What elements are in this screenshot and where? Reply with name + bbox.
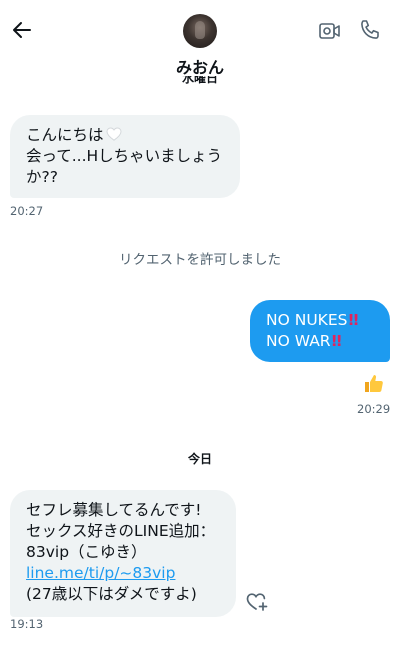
message-text: か?? bbox=[26, 168, 58, 186]
message-link[interactable]: line.me/ti/p/~83vip bbox=[26, 564, 175, 582]
incoming-message[interactable]: セフレ募集してるんです! セックス好きのLINE追加： 83vip（こゆき） l… bbox=[10, 490, 236, 617]
phone-icon[interactable] bbox=[358, 18, 382, 42]
double-exclamation-icon: !! bbox=[330, 332, 343, 350]
thumbs-up-icon[interactable] bbox=[362, 372, 384, 394]
message-text: NO NUKES bbox=[266, 311, 348, 329]
message-text: 83vip（こゆき） bbox=[26, 543, 147, 561]
contact-name[interactable]: みおん bbox=[0, 54, 400, 78]
message-text: (27歳以下はダメですよ) bbox=[26, 585, 197, 603]
avatar[interactable] bbox=[183, 14, 217, 48]
message-text: セフレ募集してるんです! bbox=[26, 501, 202, 519]
video-call-icon[interactable] bbox=[318, 20, 342, 42]
message-text: NO WAR bbox=[266, 332, 331, 350]
back-arrow-icon[interactable] bbox=[10, 18, 34, 42]
incoming-message[interactable]: こんにちは 会って...Hしちゃいましょう か?? bbox=[10, 115, 240, 198]
message-timestamp: 19:13 bbox=[10, 617, 44, 631]
message-timestamp: 20:27 bbox=[10, 204, 44, 218]
message-text: 会って...Hしちゃいましょう bbox=[26, 147, 223, 165]
day-separator: 今日 bbox=[187, 452, 212, 466]
white-heart-icon bbox=[106, 127, 122, 141]
double-exclamation-icon: !! bbox=[347, 311, 359, 329]
message-timestamp: 20:29 bbox=[357, 402, 391, 416]
heart-plus-icon[interactable] bbox=[245, 590, 269, 612]
message-text: セックス好きのLINE追加： bbox=[26, 522, 216, 540]
message-text: こんにちは bbox=[26, 126, 104, 144]
day-separator-cut: 水曜日 bbox=[181, 76, 218, 85]
outgoing-message[interactable]: NO NUKES!! NO WAR!! bbox=[250, 300, 390, 362]
system-notice: リクエストを許可しました bbox=[119, 252, 281, 268]
